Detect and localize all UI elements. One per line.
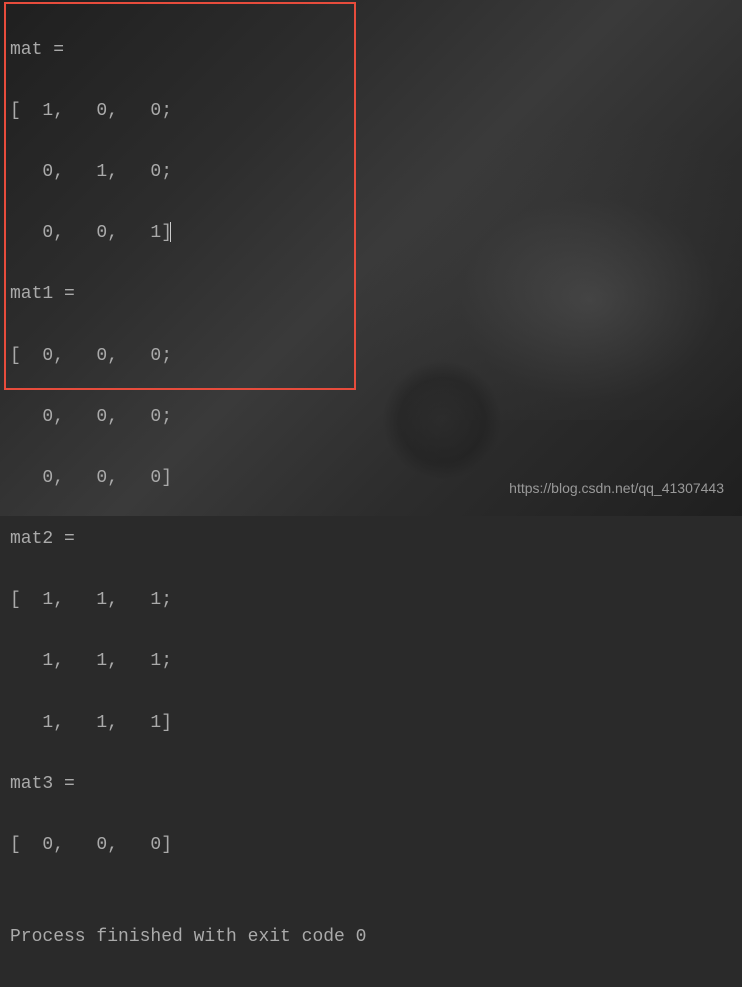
output-line: 1, 1, 1]	[10, 708, 732, 739]
output-line: mat1 =	[10, 279, 732, 310]
output-line: 0, 0, 0;	[10, 402, 732, 433]
text-cursor	[170, 222, 171, 242]
output-line: mat =	[10, 35, 732, 66]
watermark-link: https://blog.csdn.net/qq_41307443	[509, 480, 724, 496]
output-line: [ 0, 0, 0;	[10, 341, 732, 372]
output-line: [ 1, 0, 0;	[10, 96, 732, 127]
output-line: Process finished with exit code 0	[10, 922, 732, 953]
output-line: mat2 =	[10, 524, 732, 555]
output-line: 0, 0, 1]	[10, 218, 732, 249]
output-line: [ 0, 0, 0]	[10, 830, 732, 861]
output-line: 1, 1, 1;	[10, 646, 732, 677]
output-line: [ 1, 1, 1;	[10, 585, 732, 616]
output-line: mat3 =	[10, 769, 732, 800]
output-line: 0, 1, 0;	[10, 157, 732, 188]
